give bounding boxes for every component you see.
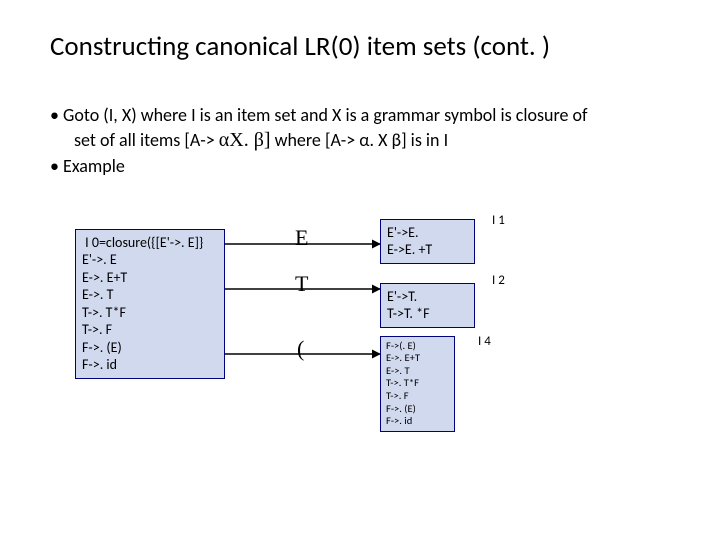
label-i1: I 1 [492,213,505,228]
slide-title: Constructing canonical LR(0) item sets (… [0,0,720,73]
edge-label-paren: ( [297,336,304,362]
box-i2: E'->T. T->T. *F [380,283,475,328]
bullet-1: • Goto (I, X) where I is an item set and… [50,103,680,127]
bullet-2-greek: αX. β] [219,129,271,151]
edge-label-t: T [295,271,308,297]
diagram: I 0=closure({[E'->. E]} E'->. E E->. E+T… [0,189,720,489]
bullet-block: • Goto (I, X) where I is an item set and… [0,73,720,179]
box-i4: F->(. E) E->. E+T E->. T T->. T*F T->. F… [380,336,455,432]
bullet-2-post: where [A-> α. X β] is in I [271,129,449,151]
box-i0: I 0=closure({[E'->. E]} E'->. E E->. E+T… [75,229,225,379]
label-i2: I 2 [492,273,505,288]
label-i4: I 4 [478,334,491,349]
edge-label-e: E [295,225,308,251]
bullet-3: • Example [50,154,680,178]
bullet-2: set of all items [A-> αX. β] where [A-> … [50,127,680,154]
bullet-2-pre: set of all items [A-> [74,129,219,151]
box-i1: E'->E. E->E. +T [380,219,475,264]
